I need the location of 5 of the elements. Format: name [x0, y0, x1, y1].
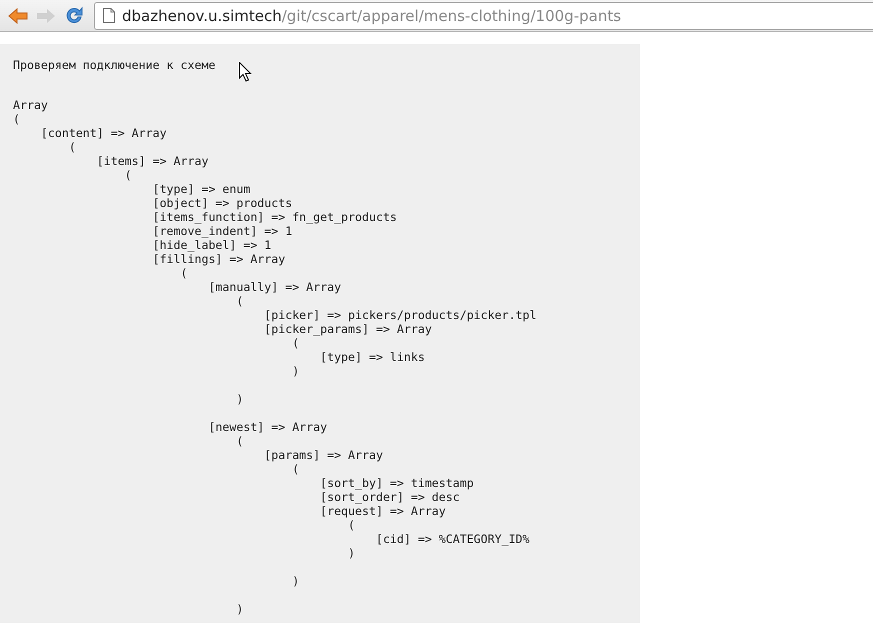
array-dump: Array ( [content] => Array ( [items] => Array ( [type] => enum [object] => products [items_function] => fn_get_products [remove_indent] => 1 [hide_label] => 1 [fillings] => Array ( [manually] => Array ( [picker] => pickers/products/picker.tpl [picker_params] => Array ( [type] => links ) ) [newest] => Array ( [params] => Array ( [sort_by] => timestamp [sort_order] => desc [request] => Array ( [cid] => %CATEGORY_ID% ) ) )	[13, 98, 537, 616]
mouse-pointer-icon	[239, 62, 252, 82]
page-heading: Проверяем подключение к схеме	[13, 58, 216, 72]
address-bar[interactable]: dbazhenov.u.simtech/git/cscart/apparel/mens-clothing/100g-pants	[94, 2, 873, 30]
page-icon	[103, 8, 115, 23]
